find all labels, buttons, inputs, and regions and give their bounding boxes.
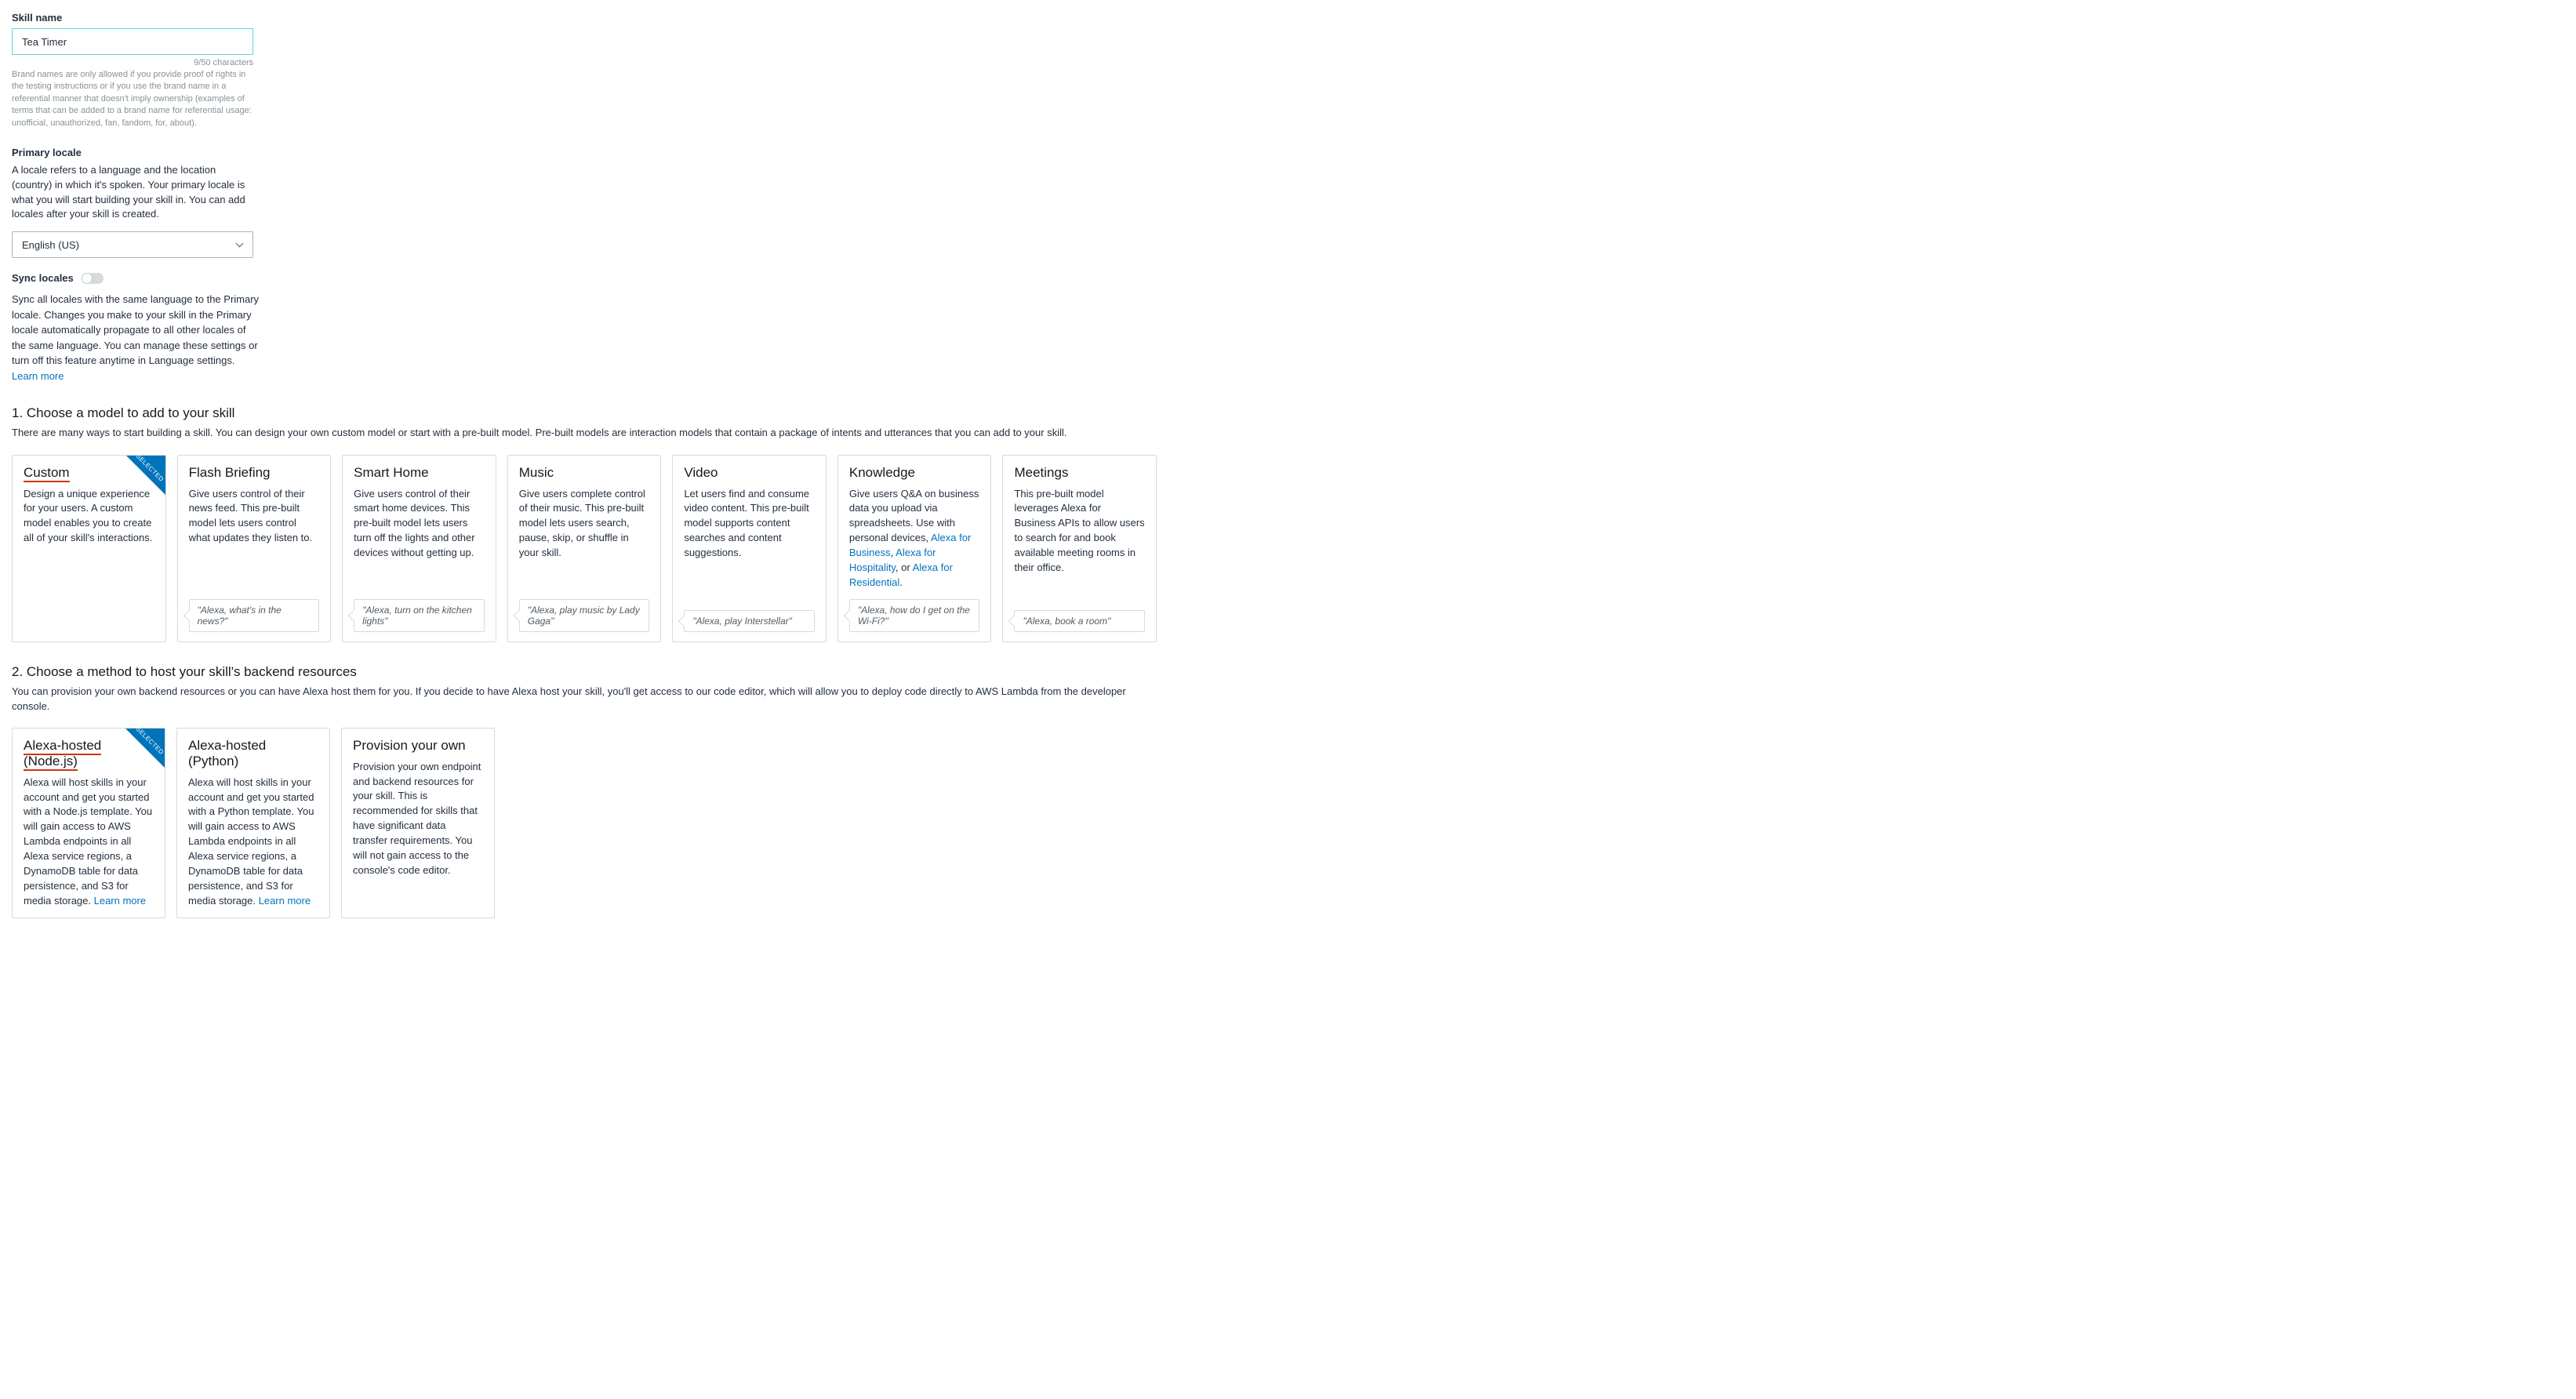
model-card-knowledge[interactable]: Knowledge Give users Q&A on business data… bbox=[837, 455, 992, 643]
model-card-desc: Give users Q&A on business data you uplo… bbox=[849, 487, 980, 590]
model-example-utterance: "Alexa, play music by Lady Gaga" bbox=[519, 599, 650, 632]
model-card-title: Music bbox=[519, 465, 650, 481]
skill-name-label: Skill name bbox=[12, 12, 1157, 24]
chevron-down-icon bbox=[235, 241, 243, 249]
model-example-utterance: "Alexa, book a room" bbox=[1014, 610, 1145, 632]
host-card-desc: Alexa will host skills in your account a… bbox=[24, 776, 154, 909]
host-card-provision-your-own[interactable]: Provision your own Provision your own end… bbox=[341, 728, 495, 919]
host-card-alexa-hosted-python-[interactable]: Alexa-hosted (Python) Alexa will host ski… bbox=[176, 728, 330, 919]
model-example-utterance: "Alexa, turn on the kitchen lights" bbox=[354, 599, 485, 632]
model-card-title: Smart Home bbox=[354, 465, 485, 481]
host-card-title: Provision your own bbox=[353, 738, 483, 754]
primary-locale-desc: A locale refers to a language and the lo… bbox=[12, 163, 255, 222]
host-card-desc: Alexa will host skills in your account a… bbox=[188, 776, 318, 909]
selected-ribbon: SELECTED bbox=[125, 729, 165, 768]
host-section-sub: You can provision your own backend resou… bbox=[12, 685, 1157, 713]
model-card-custom[interactable]: SELECTEDCustomDesign a unique experience… bbox=[12, 455, 166, 643]
model-example-utterance: "Alexa, how do I get on the Wi-Fi?" bbox=[849, 599, 980, 632]
model-card-flash-briefing[interactable]: Flash Briefing Give users control of thei… bbox=[177, 455, 332, 643]
skill-name-help: Brand names are only allowed if you prov… bbox=[12, 69, 255, 129]
model-card-desc: Give users control of their smart home d… bbox=[354, 487, 485, 590]
model-card-smart-home[interactable]: Smart Home Give users control of their sm… bbox=[342, 455, 496, 643]
sync-locales-desc: Sync all locales with the same language … bbox=[12, 292, 263, 383]
sync-learn-more-link[interactable]: Learn more bbox=[12, 370, 64, 382]
host-section-heading: 2. Choose a method to host your skill's … bbox=[12, 664, 1157, 680]
host-card-title: Alexa-hosted (Python) bbox=[188, 738, 318, 769]
host-card-desc: Provision your own endpoint and backend … bbox=[353, 760, 483, 909]
model-card-music[interactable]: Music Give users complete control of thei… bbox=[507, 455, 662, 643]
model-section-sub: There are many ways to start building a … bbox=[12, 426, 1157, 440]
model-card-desc: Give users complete control of their mus… bbox=[519, 487, 650, 590]
host-learn-more-link[interactable]: Learn more bbox=[259, 895, 311, 907]
host-learn-more-link[interactable]: Learn more bbox=[94, 895, 146, 907]
sync-locales-toggle[interactable] bbox=[82, 273, 104, 284]
model-card-meetings[interactable]: Meetings This pre-built model leverages A… bbox=[1002, 455, 1157, 643]
skill-name-counter: 9/50 characters bbox=[12, 58, 253, 67]
model-card-video[interactable]: Video Let users find and consume video co… bbox=[672, 455, 827, 643]
model-section-heading: 1. Choose a model to add to your skill bbox=[12, 405, 1157, 421]
model-example-utterance: "Alexa, what's in the news?" bbox=[189, 599, 320, 632]
model-card-desc: Let users find and consume video content… bbox=[684, 487, 815, 601]
model-card-title: Video bbox=[684, 465, 815, 481]
primary-locale-label: Primary locale bbox=[12, 147, 1157, 158]
primary-locale-value: English (US) bbox=[22, 239, 79, 251]
model-card-desc: Give users control of their news feed. T… bbox=[189, 487, 320, 590]
sync-locales-label: Sync locales bbox=[12, 272, 74, 284]
model-card-title: Flash Briefing bbox=[189, 465, 320, 481]
skill-name-input[interactable] bbox=[12, 28, 253, 55]
model-card-desc: Design a unique experience for your user… bbox=[24, 487, 154, 608]
selected-ribbon: SELECTED bbox=[126, 456, 165, 495]
model-card-desc: This pre-built model leverages Alexa for… bbox=[1014, 487, 1145, 601]
model-card-title: Meetings bbox=[1014, 465, 1145, 481]
model-example-utterance: "Alexa, play Interstellar" bbox=[684, 610, 815, 632]
primary-locale-select[interactable]: English (US) bbox=[12, 231, 253, 258]
model-card-title: Knowledge bbox=[849, 465, 980, 481]
host-card-alexa-hosted-node-js-[interactable]: SELECTEDAlexa-hosted (Node.js)Alexa will… bbox=[12, 728, 165, 919]
